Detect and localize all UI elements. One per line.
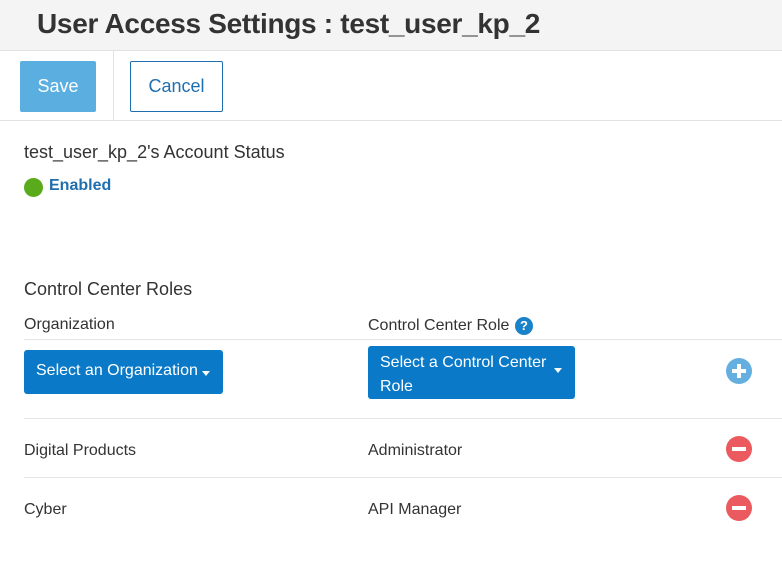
- cancel-button[interactable]: Cancel: [130, 61, 223, 112]
- save-button[interactable]: Save: [20, 61, 96, 112]
- role-row-role: Administrator: [368, 442, 463, 459]
- role-column-header: Control Center Role: [368, 317, 510, 334]
- account-status-title: test_user_kp_2's Account Status: [24, 142, 285, 162]
- organization-column-header: Organization: [24, 316, 115, 333]
- minus-icon: [732, 506, 746, 510]
- question-circle-icon[interactable]: ?: [515, 317, 533, 335]
- organization-select[interactable]: Select an Organization: [24, 350, 223, 394]
- role-row-role: API Manager: [368, 501, 462, 518]
- toolbar: Save Cancel: [0, 51, 782, 121]
- role-select-label: Select a Control Center Role: [380, 354, 547, 395]
- account-status-value: Enabled: [49, 177, 112, 194]
- caret-down-icon: [202, 371, 210, 376]
- page-title: User Access Settings : test_user_kp_2: [37, 8, 541, 39]
- add-role-button[interactable]: [726, 358, 752, 384]
- status-indicator-icon: [24, 178, 43, 197]
- divider: [24, 339, 782, 340]
- control-center-role-select[interactable]: Select a Control Center Role: [368, 346, 575, 399]
- divider: [24, 418, 782, 419]
- remove-role-button[interactable]: [726, 436, 752, 462]
- control-center-roles-title: Control Center Roles: [24, 279, 193, 299]
- role-row-organization: Cyber: [24, 501, 67, 518]
- divider: [24, 477, 782, 478]
- remove-role-button[interactable]: [726, 495, 752, 521]
- plus-icon-vertical: [737, 364, 741, 378]
- toolbar-divider: [113, 51, 114, 120]
- caret-down-icon: [554, 368, 562, 373]
- minus-icon: [732, 447, 746, 451]
- user-access-settings-page: User Access Settings : test_user_kp_2 Sa…: [0, 0, 782, 568]
- organization-select-label: Select an Organization: [36, 362, 198, 379]
- page-header: User Access Settings : test_user_kp_2: [0, 0, 782, 51]
- role-row-organization: Digital Products: [24, 442, 137, 459]
